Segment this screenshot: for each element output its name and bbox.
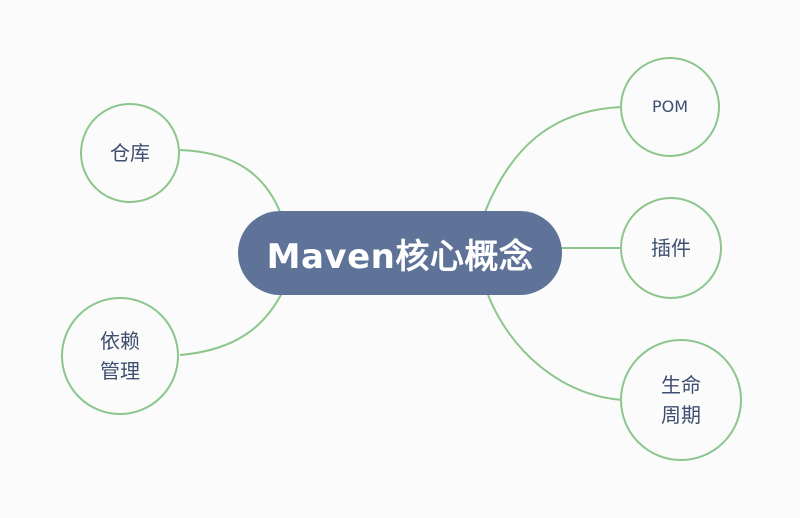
topic-lifecycle-label-line2: 周期 — [661, 403, 701, 427]
topic-lifecycle[interactable]: 生命 周期 — [620, 339, 742, 461]
topic-dependency-label-line2: 管理 — [100, 359, 140, 383]
mind-map: Maven核心概念 仓库 依赖 管理 POM 插件 生命 周期 — [0, 0, 800, 518]
topic-pom[interactable]: POM — [620, 57, 720, 157]
link-pom — [484, 106, 623, 213]
link-cangku — [179, 149, 281, 213]
topic-dependency-management[interactable]: 依赖 管理 — [61, 297, 179, 415]
topic-dependency-label-line1: 依赖 — [100, 329, 140, 353]
topic-pom-label: POM — [651, 97, 689, 116]
topic-lifecycle-label-line1: 生命 — [661, 373, 701, 397]
link-shengming — [487, 294, 623, 401]
topic-repository[interactable]: 仓库 — [80, 103, 180, 203]
topic-repository-label: 仓库 — [110, 141, 150, 165]
central-topic[interactable]: Maven核心概念 — [238, 211, 562, 295]
topic-plugin[interactable]: 插件 — [620, 197, 722, 299]
topic-plugin-label: 插件 — [651, 236, 691, 260]
link-yilai — [179, 292, 283, 356]
